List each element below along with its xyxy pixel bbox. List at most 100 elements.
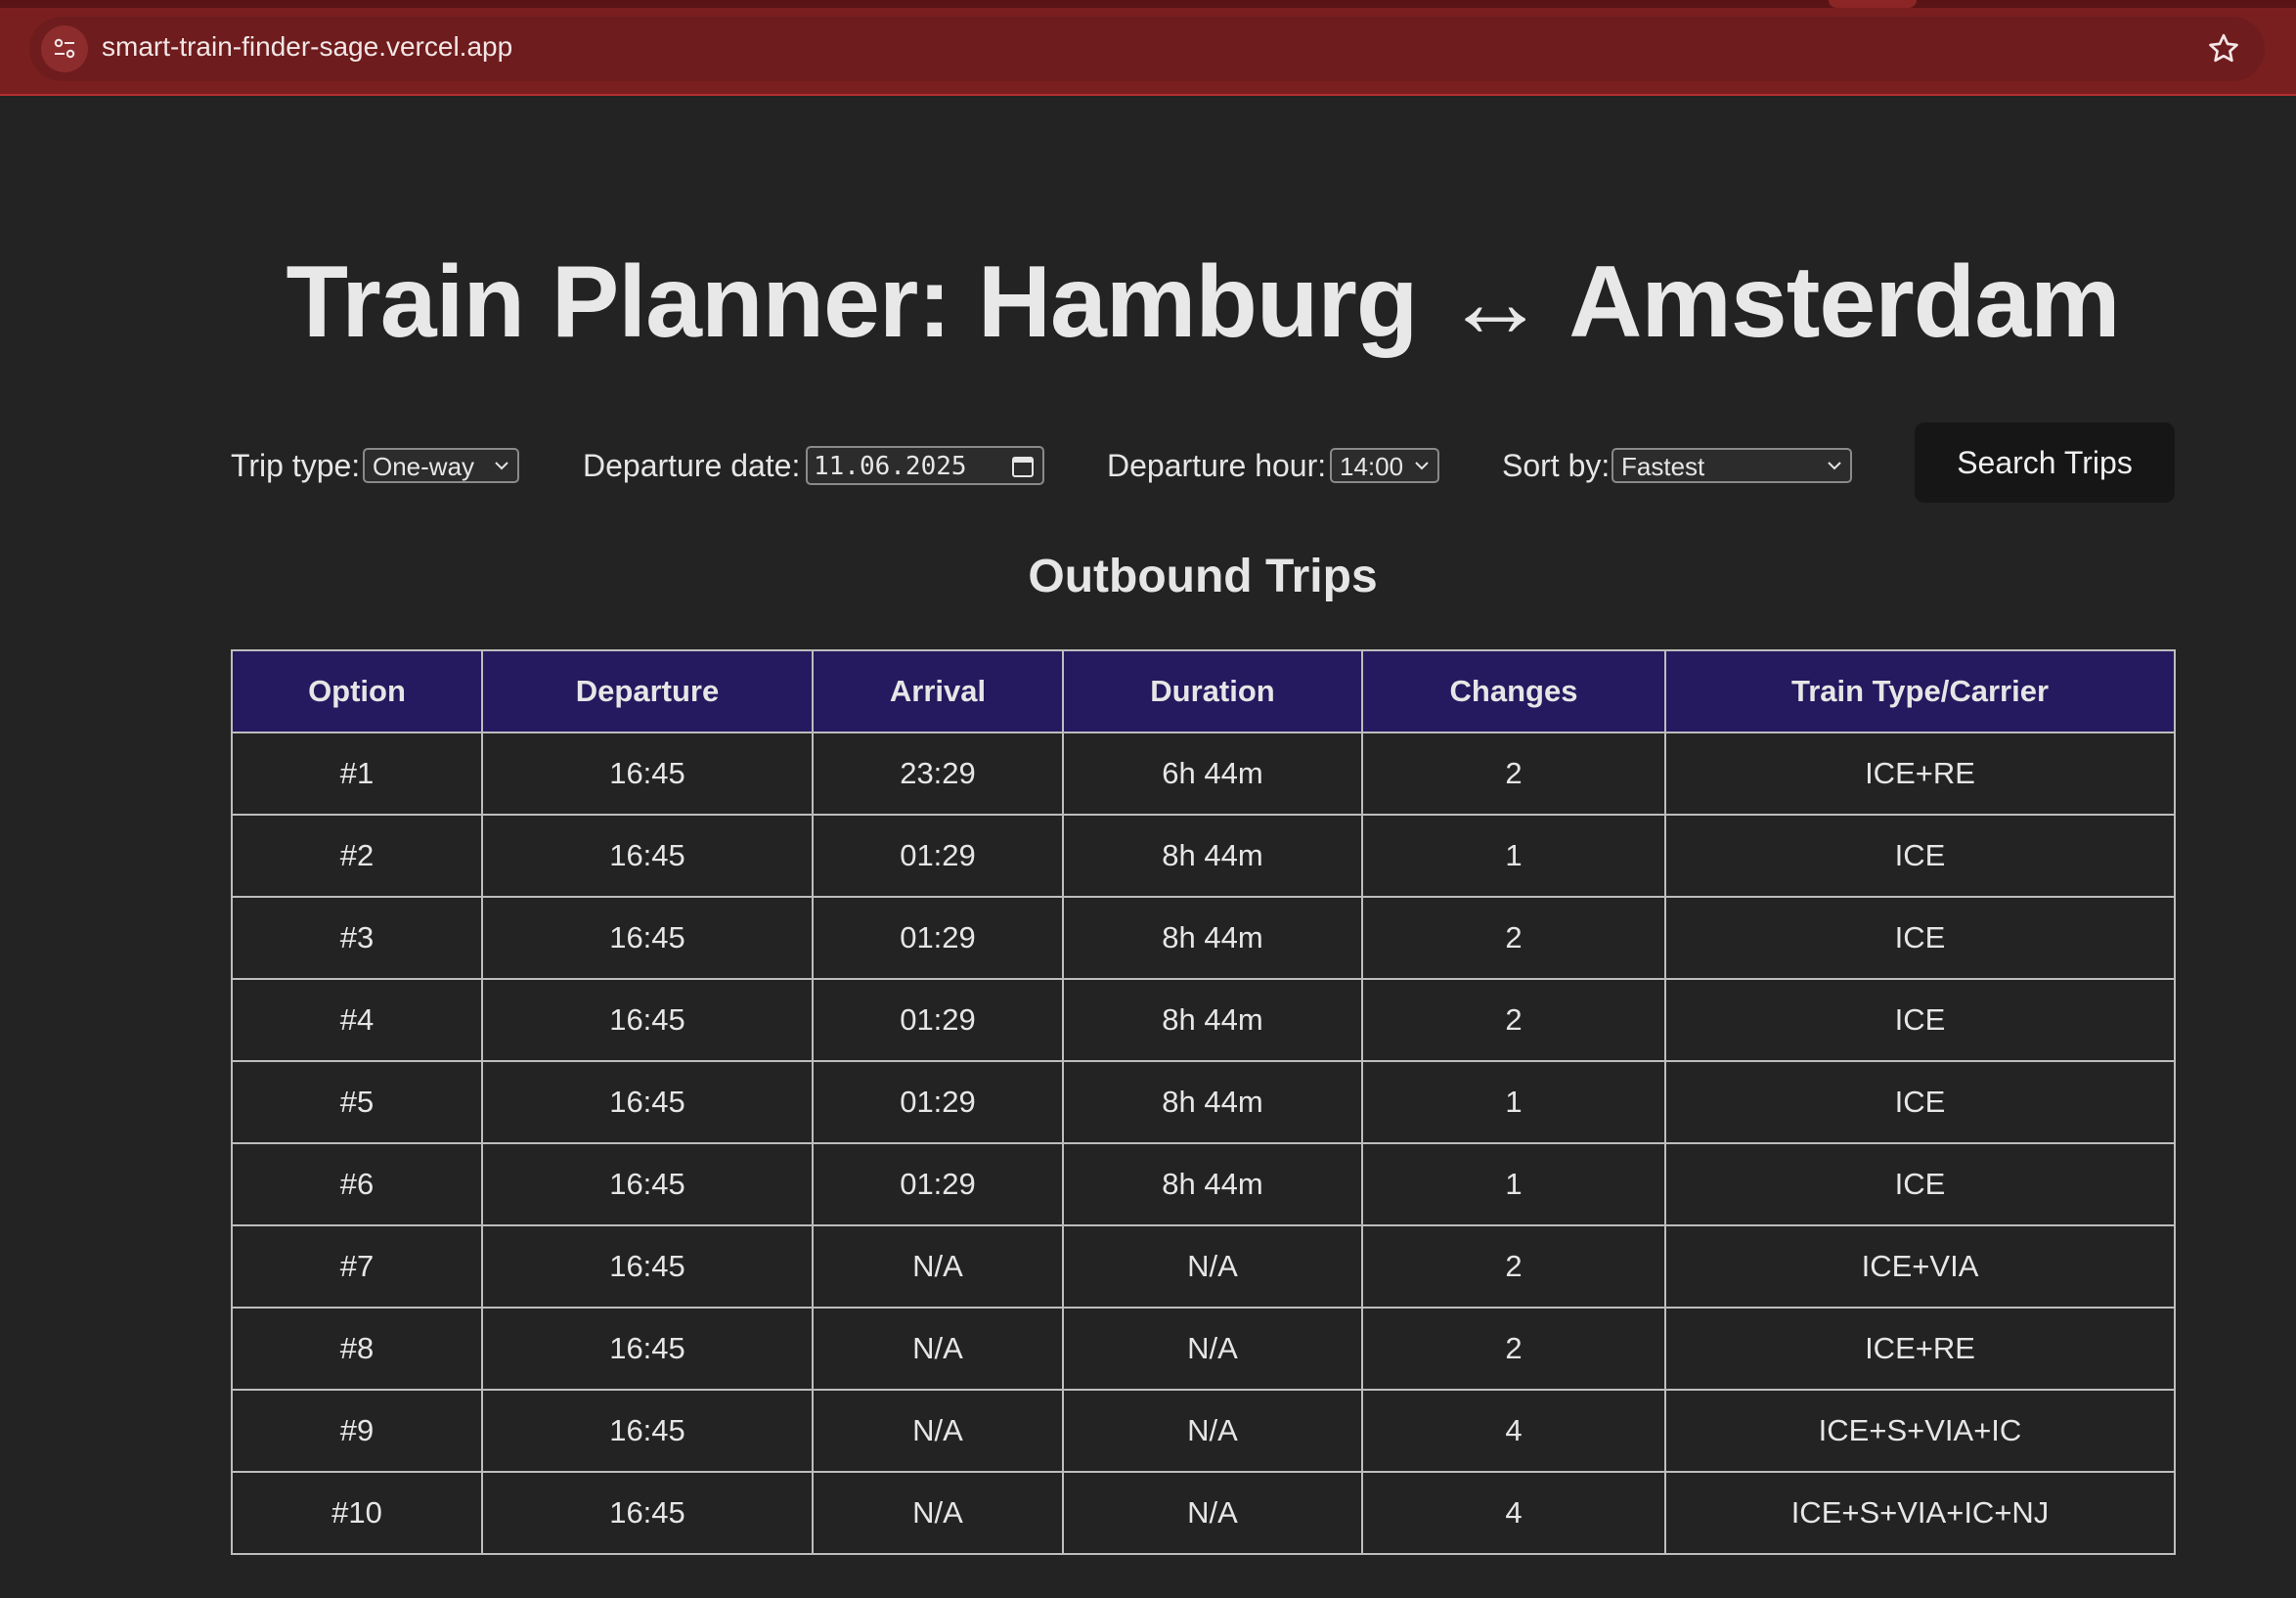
table-row: #7 16:45 N/A N/A 2 ICE+VIA [231, 1224, 2176, 1309]
table-row: #8 16:45 N/A N/A 2 ICE+RE [231, 1307, 2176, 1391]
chevron-down-icon [1828, 462, 1841, 470]
cell-duration: 8h 44m [1062, 896, 1363, 980]
trip-type-value: One-way [373, 452, 475, 481]
table-row: #9 16:45 N/A N/A 4 ICE+S+VIA+IC [231, 1389, 2176, 1473]
cell-arrival: 23:29 [812, 732, 1064, 816]
departure-date-input[interactable]: 11.06.2025 [806, 446, 1044, 485]
tab-strip [0, 0, 2296, 8]
header-departure: Departure [481, 649, 814, 733]
chevron-down-icon [495, 462, 508, 470]
cell-changes: 1 [1361, 1142, 1666, 1226]
departure-hour-value: 14:00 [1340, 452, 1404, 481]
bookmark-star-icon[interactable] [2206, 31, 2241, 67]
table-row: #1 16:45 23:29 6h 44m 2 ICE+RE [231, 732, 2176, 816]
cell-arrival: N/A [812, 1471, 1064, 1555]
trips-table: Option Departure Arrival Duration Change… [231, 649, 2176, 1555]
address-bar[interactable]: smart-train-finder-sage.vercel.app [29, 17, 2265, 81]
cell-departure: 16:45 [481, 896, 814, 980]
header-duration: Duration [1062, 649, 1363, 733]
cell-train-type: ICE [1664, 814, 2176, 898]
cell-changes: 4 [1361, 1471, 1666, 1555]
cell-train-type: ICE [1664, 896, 2176, 980]
cell-option: #2 [231, 814, 483, 898]
cell-duration: N/A [1062, 1389, 1363, 1473]
cell-duration: 8h 44m [1062, 1060, 1363, 1144]
sort-by-select[interactable]: Fastest [1612, 448, 1852, 483]
calendar-icon[interactable] [1011, 454, 1035, 479]
search-trips-button[interactable]: Search Trips [1915, 422, 2175, 503]
cell-train-type: ICE [1664, 1060, 2176, 1144]
header-train-type: Train Type/Carrier [1664, 649, 2176, 733]
trip-type-select[interactable]: One-way [363, 448, 519, 483]
cell-arrival: 01:29 [812, 896, 1064, 980]
header-option: Option [231, 649, 483, 733]
cell-duration: 8h 44m [1062, 814, 1363, 898]
cell-arrival: 01:29 [812, 814, 1064, 898]
departure-hour-label: Departure hour: [1107, 448, 1327, 483]
section-title: Outbound Trips [1028, 551, 1378, 602]
cell-option: #1 [231, 732, 483, 816]
cell-changes: 2 [1361, 896, 1666, 980]
cell-duration: 6h 44m [1062, 732, 1363, 816]
cell-arrival: N/A [812, 1224, 1064, 1309]
table-row: #6 16:45 01:29 8h 44m 1 ICE [231, 1142, 2176, 1226]
trip-type-label: Trip type: [231, 448, 361, 483]
table-row: #5 16:45 01:29 8h 44m 1 ICE [231, 1060, 2176, 1144]
cell-changes: 2 [1361, 732, 1666, 816]
page-title: Train Planner: Hamburg ↔ Amsterdam [286, 245, 2120, 359]
cell-duration: N/A [1062, 1471, 1363, 1555]
header-changes: Changes [1361, 649, 1666, 733]
cell-changes: 4 [1361, 1389, 1666, 1473]
cell-option: #6 [231, 1142, 483, 1226]
cell-changes: 2 [1361, 978, 1666, 1062]
departure-date-label: Departure date: [583, 448, 801, 483]
cell-duration: 8h 44m [1062, 1142, 1363, 1226]
cell-departure: 16:45 [481, 1389, 814, 1473]
cell-arrival: 01:29 [812, 1060, 1064, 1144]
search-controls: Trip type: One-way Departure date: 11.06… [231, 422, 2186, 503]
cell-option: #9 [231, 1389, 483, 1473]
chevron-down-icon [1415, 462, 1429, 470]
cell-option: #7 [231, 1224, 483, 1309]
table-row: #10 16:45 N/A N/A 4 ICE+S+VIA+IC+NJ [231, 1471, 2176, 1555]
cell-arrival: 01:29 [812, 978, 1064, 1062]
cell-train-type: ICE+VIA [1664, 1224, 2176, 1309]
cell-departure: 16:45 [481, 814, 814, 898]
cell-train-type: ICE+S+VIA+IC+NJ [1664, 1471, 2176, 1555]
cell-train-type: ICE [1664, 978, 2176, 1062]
sort-by-value: Fastest [1621, 452, 1705, 481]
cell-departure: 16:45 [481, 1142, 814, 1226]
cell-option: #3 [231, 896, 483, 980]
cell-changes: 2 [1361, 1224, 1666, 1309]
cell-departure: 16:45 [481, 732, 814, 816]
cell-departure: 16:45 [481, 1224, 814, 1309]
active-tab[interactable] [1829, 0, 1917, 8]
cell-departure: 16:45 [481, 978, 814, 1062]
cell-duration: N/A [1062, 1224, 1363, 1309]
cell-duration: 8h 44m [1062, 978, 1363, 1062]
table-row: #4 16:45 01:29 8h 44m 2 ICE [231, 978, 2176, 1062]
cell-option: #10 [231, 1471, 483, 1555]
table-header-row: Option Departure Arrival Duration Change… [231, 649, 2176, 733]
table-row: #2 16:45 01:29 8h 44m 1 ICE [231, 814, 2176, 898]
cell-train-type: ICE+S+VIA+IC [1664, 1389, 2176, 1473]
cell-arrival: 01:29 [812, 1142, 1064, 1226]
cell-departure: 16:45 [481, 1471, 814, 1555]
cell-train-type: ICE [1664, 1142, 2176, 1226]
cell-option: #5 [231, 1060, 483, 1144]
departure-hour-select[interactable]: 14:00 [1330, 448, 1439, 483]
browser-chrome: smart-train-finder-sage.vercel.app [0, 0, 2296, 96]
header-arrival: Arrival [812, 649, 1064, 733]
cell-option: #4 [231, 978, 483, 1062]
cell-arrival: N/A [812, 1389, 1064, 1473]
cell-departure: 16:45 [481, 1060, 814, 1144]
cell-option: #8 [231, 1307, 483, 1391]
departure-date-value: 11.06.2025 [814, 452, 967, 481]
site-info-icon[interactable] [41, 25, 88, 72]
cell-changes: 1 [1361, 1060, 1666, 1144]
table-row: #3 16:45 01:29 8h 44m 2 ICE [231, 896, 2176, 980]
url-text[interactable]: smart-train-finder-sage.vercel.app [102, 31, 512, 63]
cell-duration: N/A [1062, 1307, 1363, 1391]
cell-changes: 2 [1361, 1307, 1666, 1391]
cell-arrival: N/A [812, 1307, 1064, 1391]
